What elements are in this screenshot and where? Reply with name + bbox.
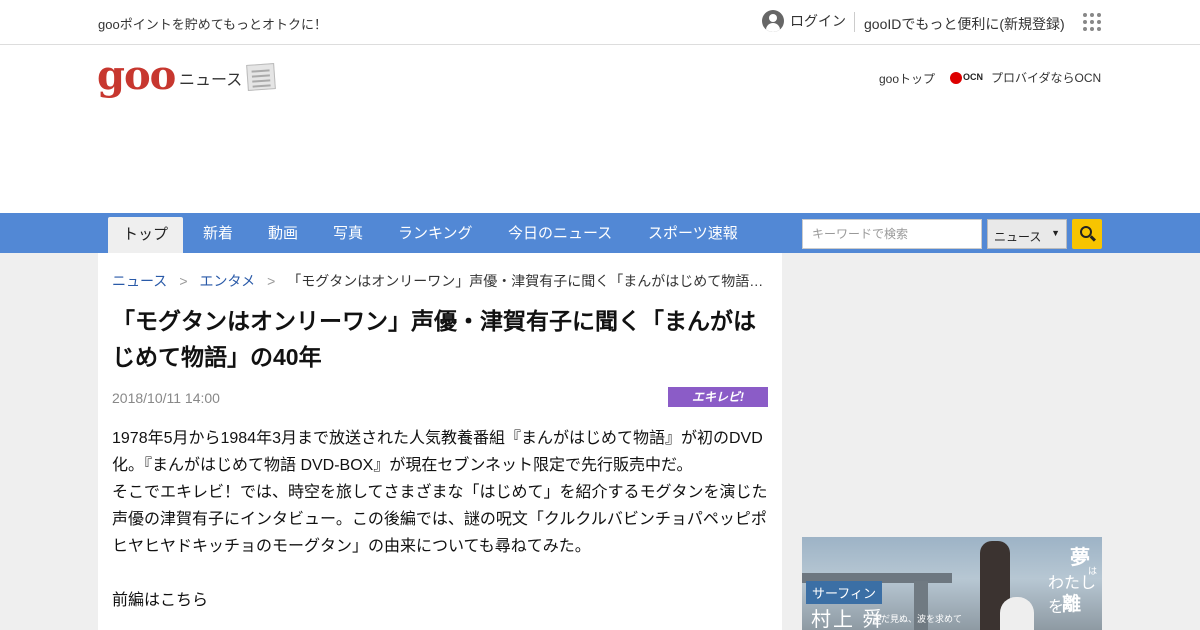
ad-tag: サーフィン: [806, 581, 882, 604]
login-label: ログイン: [790, 13, 846, 29]
tab-top[interactable]: トップ: [108, 217, 184, 253]
tab-photo[interactable]: 写真: [333, 213, 363, 253]
previous-part-link[interactable]: 前編はこちら: [112, 587, 772, 614]
ocn-logo-icon: OCN: [950, 71, 986, 85]
paragraph: 1978年5月から1984年3月まで放送された人気教養番組『まんがはじめて物語』…: [112, 430, 763, 474]
section-title[interactable]: ニュース: [179, 66, 242, 90]
search-scope-select[interactable]: ニュース ▼: [987, 219, 1067, 249]
tab-sports[interactable]: スポーツ速報: [648, 213, 738, 253]
newspaper-icon: [246, 63, 276, 91]
divider: [854, 12, 855, 32]
tab-video[interactable]: 動画: [268, 213, 298, 253]
article-body: 1978年5月から1984年3月まで放送された人気教養番組『まんがはじめて物語』…: [112, 425, 783, 614]
tab-ranking[interactable]: ランキング: [398, 213, 473, 253]
ocn-label: プロバイダならOCN: [991, 71, 1102, 85]
paragraph: そこでエキレビ！では、時空を旅してさまざまな「はじめて」を紹介するモグタンを演じ…: [112, 484, 783, 555]
tab-todays-news[interactable]: 今日のニュース: [508, 213, 612, 253]
breadcrumb-current: 「モグタンはオンリーワン」声優・津賀有子に聞く「まんがはじめて物語…: [287, 273, 764, 289]
article: ニュース > エンタメ > 「モグタンはオンリーワン」声優・津賀有子に聞く「まんがはじめ…: [98, 253, 783, 630]
ad-subtitle: まだ見ぬ、波を求めて: [872, 614, 963, 624]
article-date: 2018/10/11 14:00: [112, 390, 220, 406]
search-input[interactable]: [802, 219, 982, 249]
login-link[interactable]: ログイン: [762, 10, 846, 32]
goo-top-link[interactable]: gooトップ: [879, 70, 935, 87]
points-promo-link[interactable]: gooポイントを貯めてもっとオトクに！: [98, 14, 327, 33]
article-title: 「モグタンはオンリーワン」声優・津賀有子に聞く「まんがはじめて物語」の40年: [112, 308, 756, 370]
ad-catch: 夢: [1070, 547, 1090, 569]
search-button[interactable]: [1072, 219, 1102, 249]
apps-grid-icon[interactable]: [1083, 13, 1101, 31]
user-icon: [762, 10, 784, 32]
breadcrumb-news[interactable]: ニュース: [112, 273, 167, 289]
search-scope-value: ニュース: [994, 230, 1042, 244]
caret-down-icon: ▼: [1051, 228, 1060, 238]
ad-catch: 離: [1062, 594, 1082, 615]
top-utility-bar: gooポイントを貯めてもっとオトクに！ ログイン gooIDでもっと便利に(新規…: [0, 0, 1200, 45]
breadcrumb-entame[interactable]: エンタメ: [200, 273, 256, 289]
sidebar-ad[interactable]: サーフィン 村上 舜 まだ見ぬ、波を求めて 夢 は わたしを 離: [802, 537, 1102, 630]
ocn-link[interactable]: OCN プロバイダならOCN: [950, 69, 1101, 86]
tab-latest[interactable]: 新着: [203, 213, 233, 253]
source-badge[interactable]: エキレビ!: [668, 387, 768, 407]
goo-logo[interactable]: goo: [97, 56, 176, 96]
breadcrumb: ニュース > エンタメ > 「モグタンはオンリーワン」声優・津賀有子に聞く「まんがはじめ…: [112, 273, 764, 289]
register-link[interactable]: gooIDでもっと便利に(新規登録): [864, 14, 1065, 34]
